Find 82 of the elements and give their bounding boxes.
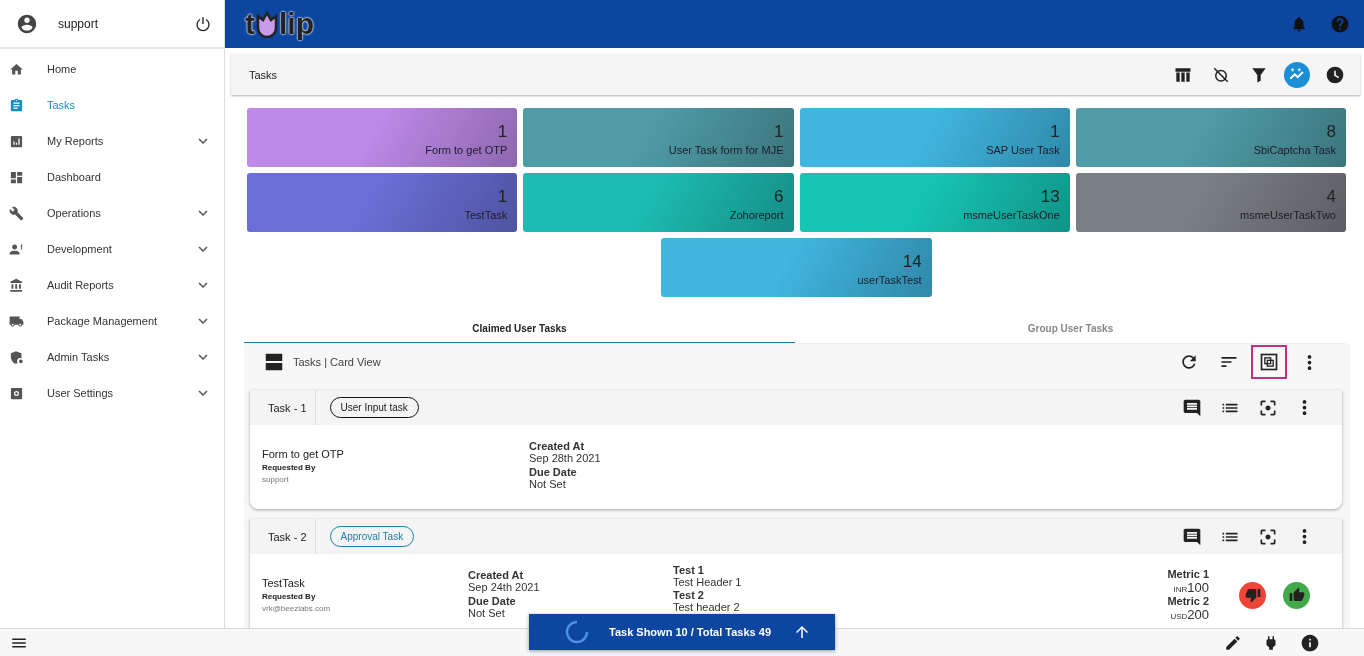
field-value: Not Set (529, 478, 566, 490)
thumbs-up-icon (1288, 587, 1305, 603)
task-count-tile[interactable]: 1 SAP User Task (799, 108, 1070, 167)
power-icon (194, 14, 212, 33)
comment-icon (1182, 526, 1202, 547)
field-label: Created At (529, 440, 586, 452)
help-icon (1330, 14, 1350, 34)
tab[interactable]: Group User Tasks (795, 315, 1346, 343)
more-icon (1306, 354, 1312, 370)
nav-item[interactable]: Operations (0, 195, 224, 231)
field-value: Sep 28th 2021 (529, 452, 601, 464)
field-value: Sep 24th 2021 (468, 581, 540, 593)
chart-icon (9, 133, 24, 149)
clock-icon (1325, 64, 1345, 85)
spinner-icon (565, 620, 589, 644)
home-icon (9, 61, 24, 77)
task-count-toast[interactable]: Task Shown 10 / Total Tasks 49 (529, 614, 835, 650)
settings-icon (9, 385, 24, 401)
nav-item[interactable]: My Reports (0, 123, 224, 159)
fit-screen-icon (1259, 352, 1279, 372)
dashboard-icon (9, 169, 24, 185)
wrench-icon (9, 205, 24, 221)
task-count-tile[interactable]: 13 msmeUserTaskOne (799, 173, 1070, 232)
field-label: Requested By (262, 592, 317, 601)
task-count-tile[interactable]: 14 userTaskTest (661, 238, 932, 297)
field-label: Due Date (468, 595, 517, 607)
field-label: Due Date (529, 466, 578, 478)
info-button[interactable] (1300, 632, 1320, 653)
bell-icon (1290, 15, 1308, 33)
requester: vrk@beezlabs.com (262, 604, 332, 613)
panel-tool-button[interactable] (1251, 345, 1287, 379)
account-icon (16, 12, 38, 35)
task-number: Task - 2 (250, 519, 316, 554)
shield-icon (9, 349, 24, 365)
refresh-icon (1179, 352, 1199, 372)
timer-off-icon (1212, 65, 1230, 84)
card-view-icon (263, 351, 285, 373)
field-label: Test 2 (673, 589, 704, 602)
nav-item[interactable]: Package Management (0, 303, 224, 339)
edit-button[interactable] (1224, 633, 1242, 652)
field-value: Not Set (468, 607, 505, 619)
logo: t lip (245, 7, 314, 41)
field-value: Test Header 1 (673, 576, 742, 589)
field-value: Test header 2 (673, 601, 740, 614)
metric-label: Metric 2 (1167, 595, 1209, 607)
tab[interactable]: Claimed User Tasks (244, 315, 795, 343)
comment-icon (1182, 397, 1202, 418)
nav-item[interactable]: Audit Reports (0, 267, 224, 303)
pencil-icon (1224, 633, 1242, 652)
panel-title: Tasks | Card View (293, 356, 382, 368)
clipboard-icon (9, 97, 24, 113)
task-count-tile[interactable]: 6 Zohoreport (523, 173, 794, 232)
nav-item[interactable]: Admin Tasks (0, 339, 224, 375)
task-count-tile[interactable]: 8 SbiCaptcha Task (1075, 108, 1346, 167)
nav-item[interactable]: Tasks (0, 87, 224, 123)
task-count-tile[interactable]: 1 Form to get OTP (247, 108, 518, 167)
metric-value: INR100 (1172, 580, 1209, 595)
task-count-tile[interactable]: 1 User Task form for MJE (523, 108, 794, 167)
task-count-text: Task Shown 10 / Total Tasks 49 (609, 626, 772, 638)
metric-value: USD200 (1169, 607, 1209, 622)
reject-button[interactable] (1239, 581, 1266, 609)
logout-button[interactable] (194, 14, 212, 33)
bank-icon (9, 277, 24, 293)
info-icon (1300, 632, 1320, 653)
task-name: Form to get OTP (262, 448, 345, 460)
nav-item[interactable]: User Settings (0, 375, 224, 411)
metric-label: Metric 1 (1167, 568, 1209, 580)
more-icon (1301, 400, 1307, 415)
field-label: Requested By (262, 463, 317, 472)
task-name: TestTask (262, 577, 306, 589)
approve-button[interactable] (1283, 581, 1310, 609)
task-number: Task - 1 (250, 390, 316, 425)
nav-item[interactable]: Dashboard (0, 159, 224, 195)
thumbs-down-icon (1244, 587, 1261, 603)
more-icon (1301, 529, 1307, 544)
requester: support (262, 475, 290, 484)
page-title: Tasks (249, 68, 279, 81)
nav-item[interactable]: Home (0, 51, 224, 87)
field-label: Created At (468, 569, 525, 581)
user-name: support (58, 16, 100, 31)
field-label: Test 1 (673, 564, 704, 577)
nav-item[interactable]: Development (0, 231, 224, 267)
